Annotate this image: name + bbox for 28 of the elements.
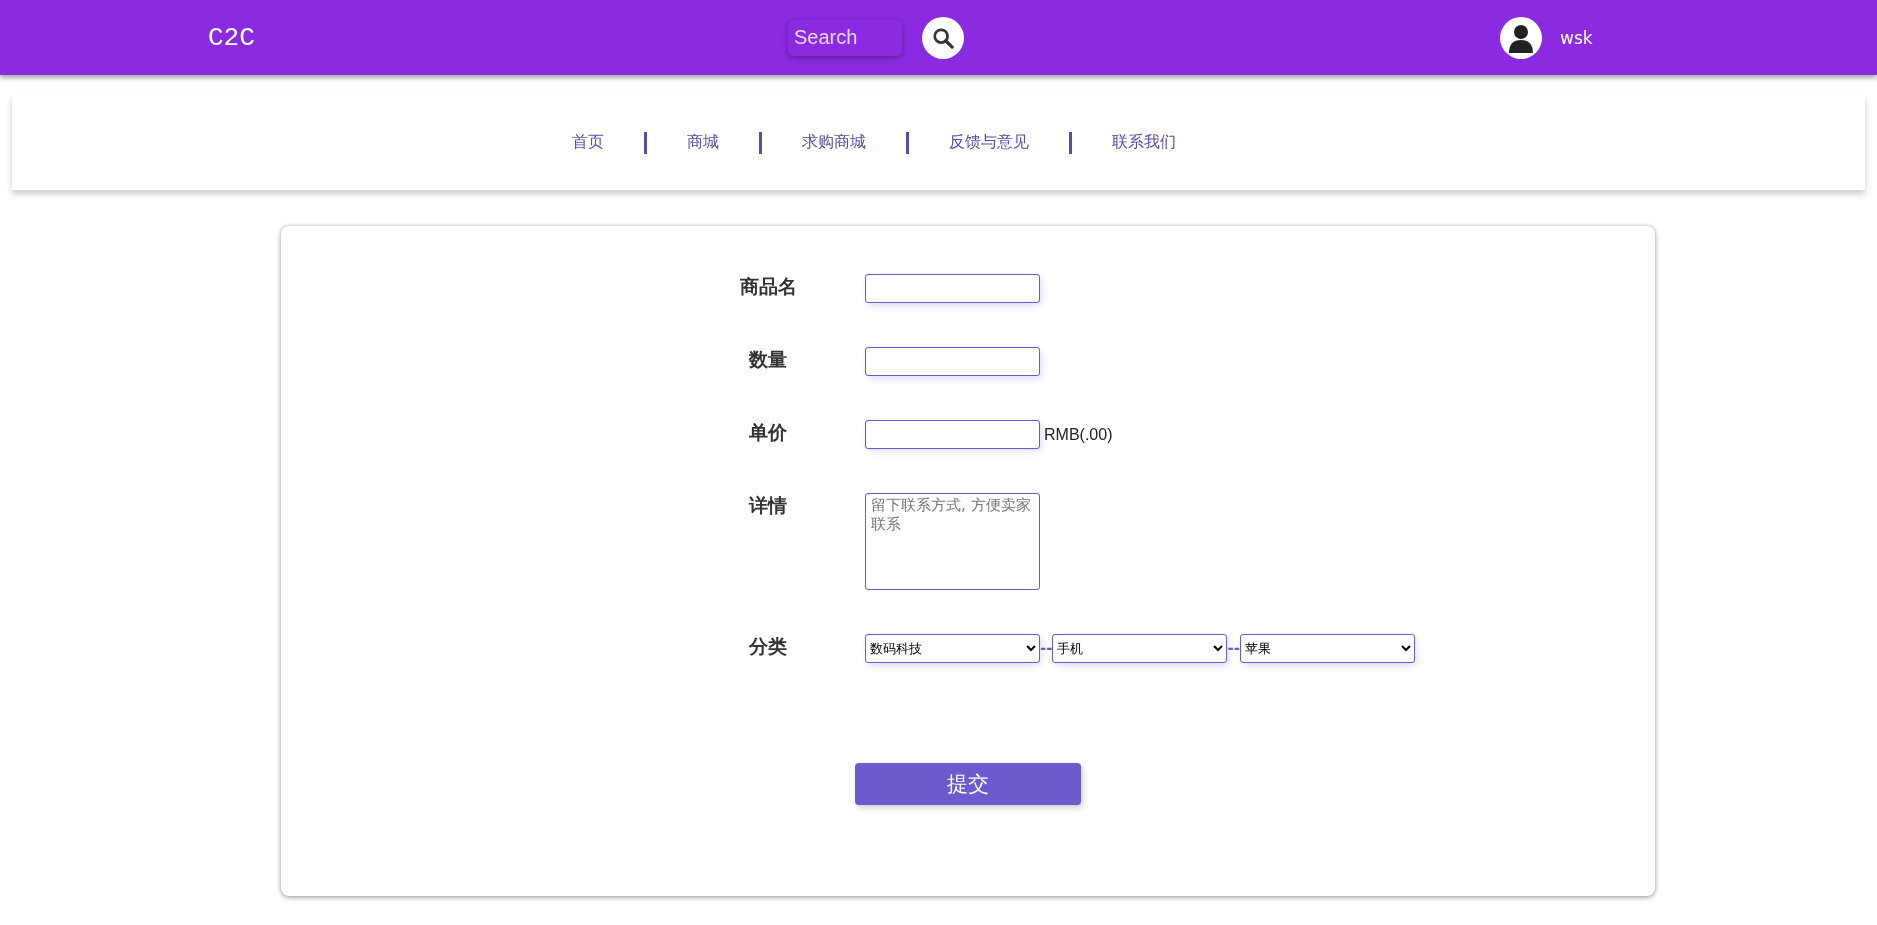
separator-dashes: -- xyxy=(1040,638,1053,659)
separator-dashes: -- xyxy=(1227,638,1240,659)
nav-link[interactable]: 反馈与意见 xyxy=(908,132,1069,153)
field-label: 数量 xyxy=(748,347,788,372)
input-field[interactable] xyxy=(865,274,1040,303)
field-label: 商品名 xyxy=(738,274,798,299)
category-select[interactable]: 数码科技 xyxy=(865,634,1040,663)
user-silhouette-icon xyxy=(1508,22,1534,53)
nav-link[interactable]: 商城 xyxy=(646,132,759,153)
submit-button[interactable]: 提交 xyxy=(855,763,1081,805)
details-field[interactable]: 留下联系方式, 方便卖家联系 xyxy=(865,493,1040,590)
avatar[interactable] xyxy=(1500,16,1542,59)
nav-link[interactable]: 首页 xyxy=(531,132,644,153)
field-label: 分类 xyxy=(748,634,788,659)
field-label: 详情 xyxy=(747,493,788,518)
input-field[interactable] xyxy=(865,347,1040,376)
field-label: 单价 xyxy=(748,420,788,445)
input-field[interactable] xyxy=(865,420,1040,449)
nav-link[interactable]: 求购商城 xyxy=(761,132,906,153)
user-name[interactable]: wsk xyxy=(1560,27,1593,48)
nav-link[interactable]: 联系我们 xyxy=(1071,132,1216,153)
category-select[interactable]: 苹果 xyxy=(1239,634,1415,663)
search-icon xyxy=(932,26,954,49)
logo: C2C xyxy=(208,22,256,53)
search-field[interactable]: Search xyxy=(788,19,902,56)
unit-label: RMB(.00) xyxy=(1044,425,1113,445)
category-select[interactable]: 手机 xyxy=(1052,634,1228,663)
search-button[interactable] xyxy=(922,16,964,59)
